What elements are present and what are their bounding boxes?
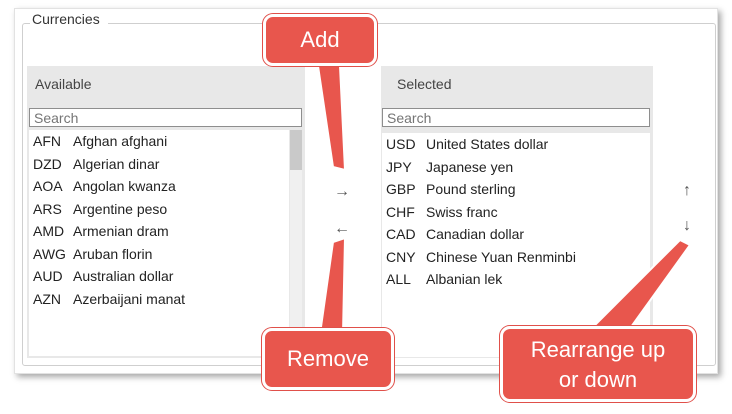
group-title: Currencies bbox=[30, 11, 108, 27]
remove-callout-label: Remove bbox=[287, 346, 369, 371]
list-item[interactable]: AFN Afghan afghani bbox=[29, 130, 289, 153]
list-item[interactable]: ALL Albanian lek bbox=[382, 268, 650, 291]
list-item[interactable]: AOA Angolan kwanza bbox=[29, 175, 289, 198]
rearrange-callout-line2: or down bbox=[558, 367, 638, 392]
remove-button[interactable]: ← bbox=[333, 220, 351, 238]
list-item[interactable]: CAD Canadian dollar bbox=[382, 223, 650, 246]
list-item[interactable]: CNY Chinese Yuan Renminbi bbox=[382, 246, 650, 269]
list-item[interactable]: AWG Aruban florin bbox=[29, 243, 289, 266]
list-item[interactable]: AMD Armenian dram bbox=[29, 220, 289, 243]
rearrange-callout: Rearrange up or down bbox=[500, 326, 696, 402]
list-item[interactable]: CHF Swiss franc bbox=[382, 201, 650, 224]
available-search-input[interactable] bbox=[29, 108, 302, 127]
add-callout-label: Add bbox=[300, 27, 340, 52]
move-down-button[interactable]: ↓ bbox=[678, 217, 696, 235]
list-item[interactable]: AZN Azerbaijani manat bbox=[29, 288, 289, 311]
list-item[interactable]: GBP Pound sterling bbox=[382, 178, 650, 201]
selected-items: USD United States dollar JPY Japanese yen … bbox=[382, 133, 650, 357]
available-header: Available bbox=[35, 76, 92, 92]
move-up-button[interactable]: ↑ bbox=[678, 182, 696, 200]
add-button[interactable]: → bbox=[333, 183, 351, 201]
list-item[interactable]: AUD Australian dollar bbox=[29, 265, 289, 288]
available-scrollbar[interactable] bbox=[290, 130, 302, 356]
scrollbar-thumb[interactable] bbox=[290, 130, 302, 170]
list-item[interactable]: JPY Japanese yen bbox=[382, 156, 650, 179]
available-items: AFN Afghan afghani DZD Algerian dinar AOA A… bbox=[29, 130, 289, 356]
list-item[interactable]: USD United States dollar bbox=[382, 133, 650, 156]
remove-callout: Remove bbox=[262, 328, 394, 390]
selected-header: Selected bbox=[397, 76, 452, 92]
add-callout: Add bbox=[263, 14, 377, 66]
list-item[interactable]: ARS Argentine peso bbox=[29, 198, 289, 221]
selected-search-input[interactable] bbox=[382, 108, 650, 127]
list-item[interactable]: DZD Algerian dinar bbox=[29, 153, 289, 176]
rearrange-callout-line1: Rearrange up bbox=[530, 337, 666, 362]
